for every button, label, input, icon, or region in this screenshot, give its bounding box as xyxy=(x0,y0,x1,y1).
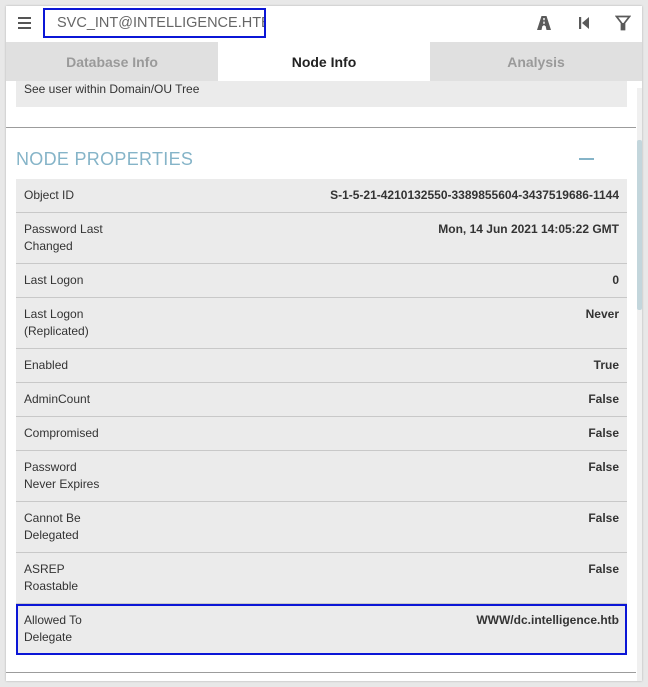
property-row-object-id: Object ID S-1-5-21-4210132550-3389855604… xyxy=(16,179,627,213)
scrollbar[interactable] xyxy=(637,88,642,681)
search-bar xyxy=(6,6,642,42)
property-value: WWW/dc.intelligence.htb xyxy=(476,613,619,627)
property-key: Allowed To Delegate xyxy=(24,613,82,644)
back-icon[interactable] xyxy=(576,15,592,31)
property-value: Never xyxy=(585,307,619,321)
property-key: Password Last Changed xyxy=(24,222,103,253)
tab-database-info[interactable]: Database Info xyxy=(6,42,218,81)
property-value: False xyxy=(588,392,619,406)
property-key: Last Logon (Replicated) xyxy=(24,307,89,338)
property-key: Last Logon xyxy=(24,273,84,287)
property-key: Enabled xyxy=(24,358,69,372)
property-key: Password Never Expires xyxy=(24,460,100,491)
property-key: Compromised xyxy=(24,426,99,440)
property-value: False xyxy=(588,460,619,474)
collapse-icon[interactable] xyxy=(579,158,594,160)
property-value: False xyxy=(588,426,619,440)
section-title: NODE PROPERTIES xyxy=(16,149,194,169)
property-value: False xyxy=(588,562,619,576)
property-value: False xyxy=(588,511,619,525)
tab-analysis[interactable]: Analysis xyxy=(430,42,642,81)
property-row-password-never-expires: Password Never Expires False xyxy=(16,451,627,502)
node-properties-table: Object ID S-1-5-21-4210132550-3389855604… xyxy=(16,179,627,655)
property-row-cannot-be-delegated: Cannot Be Delegated False xyxy=(16,502,627,553)
tab-node-info[interactable]: Node Info xyxy=(218,42,430,81)
tab-bar: Database Info Node Info Analysis xyxy=(6,42,642,81)
node-info-panel: Database Info Node Info Analysis See use… xyxy=(6,6,642,681)
section-divider xyxy=(6,672,636,673)
pathfinding-icon[interactable] xyxy=(536,15,552,31)
property-value: Mon, 14 Jun 2021 14:05:22 GMT xyxy=(438,222,619,236)
filter-icon[interactable] xyxy=(615,15,631,31)
section-divider xyxy=(6,127,636,128)
property-row-last-logon-replicated: Last Logon (Replicated) Never xyxy=(16,298,627,349)
menu-icon[interactable] xyxy=(18,16,32,30)
property-row-compromised: Compromised False xyxy=(16,417,627,451)
property-value: 0 xyxy=(612,273,619,287)
property-row-allowed-to-delegate: Allowed To Delegate WWW/dc.intelligence.h… xyxy=(16,604,627,655)
property-row-enabled: Enabled True xyxy=(16,349,627,383)
property-value: S-1-5-21-4210132550-3389855604-343751968… xyxy=(330,188,619,202)
property-row-password-last-changed: Password Last Changed Mon, 14 Jun 2021 14… xyxy=(16,213,627,264)
property-key: AdminCount xyxy=(24,392,91,406)
see-user-in-domain-tree-link[interactable]: See user within Domain/OU Tree xyxy=(16,81,627,107)
property-key: ASREP Roastable xyxy=(24,562,79,593)
property-value: True xyxy=(593,358,619,372)
property-key: Object ID xyxy=(24,188,75,202)
search-input[interactable] xyxy=(43,8,266,38)
node-info-content: See user within Domain/OU Tree NODE PROP… xyxy=(6,81,642,681)
property-key: Cannot Be Delegated xyxy=(24,511,81,542)
property-row-last-logon: Last Logon 0 xyxy=(16,264,627,298)
property-row-asrep-roastable: ASREP Roastable False xyxy=(16,553,627,604)
property-row-admincount: AdminCount False xyxy=(16,383,627,417)
scrollbar-thumb[interactable] xyxy=(637,140,642,310)
